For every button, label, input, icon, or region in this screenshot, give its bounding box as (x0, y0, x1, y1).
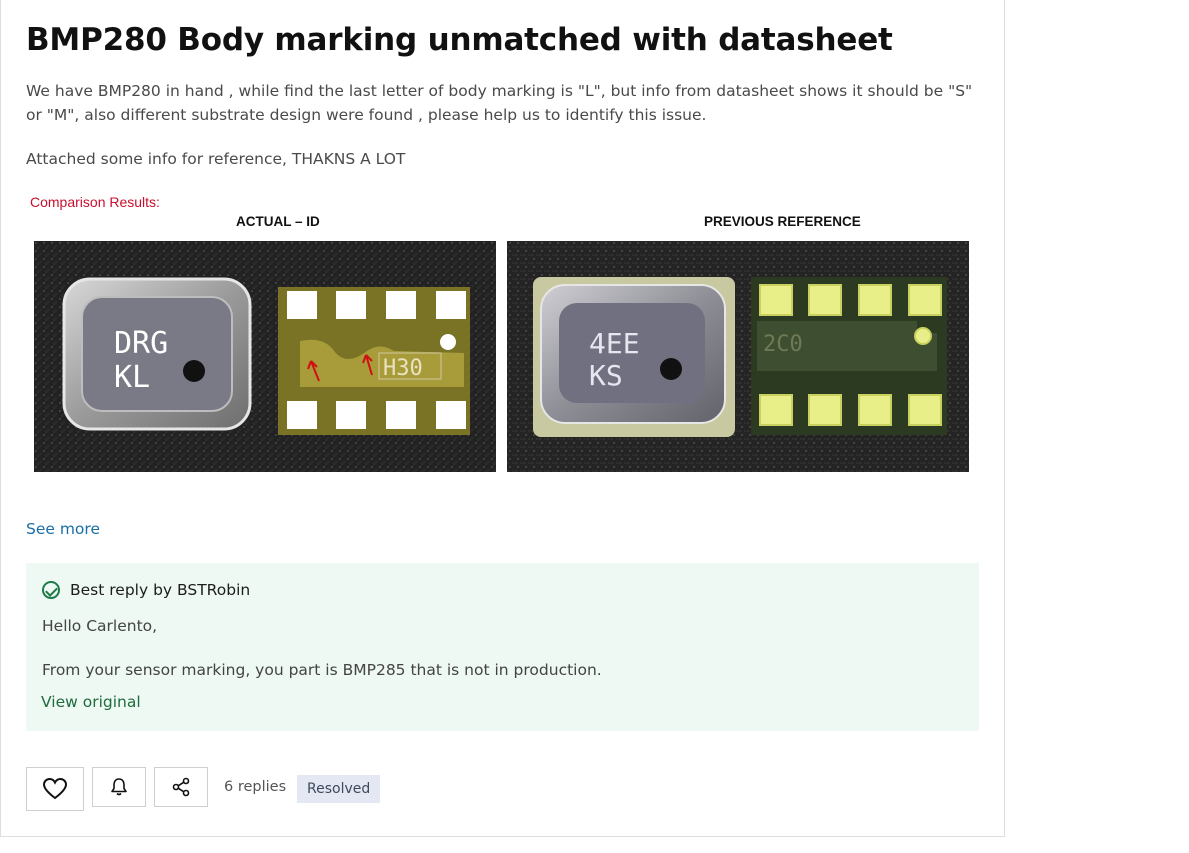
best-reply-text: Hello Carlento, (42, 617, 158, 635)
see-more-link[interactable]: See more (26, 520, 100, 538)
chip-marking-line: DRG (114, 326, 168, 361)
substrate-marking: H30 (383, 356, 423, 381)
chip-marking-line: 4EE (589, 327, 640, 360)
reply-count: 6 replies (224, 779, 287, 795)
figure-label-actual: ACTUAL – ID (236, 214, 320, 229)
chip-marking-line: KL (114, 360, 150, 395)
substrate-marking: 2C0 (763, 332, 803, 357)
share-icon (172, 777, 190, 797)
figure-caption: Comparison Results: (30, 194, 160, 210)
heart-icon (42, 777, 68, 800)
view-original-link[interactable]: View original (41, 693, 141, 711)
subscribe-button[interactable] (92, 767, 146, 807)
bell-icon (111, 778, 127, 796)
post-body-paragraph: We have BMP280 in hand , while find the … (26, 82, 973, 124)
like-button[interactable] (26, 767, 84, 811)
comparison-image[interactable]: Comparison Results: ACTUAL – ID PREVIOUS… (26, 190, 976, 480)
chip-photo-reference: 4EE KS 2C0 (507, 241, 969, 472)
post-body-paragraph: Attached some info for reference, THAKNS… (26, 150, 406, 168)
best-reply-heading[interactable]: Best reply by BSTRobin (70, 581, 250, 599)
best-reply-box: Best reply by BSTRobin Hello Carlento, F… (26, 563, 979, 731)
best-reply-header: Best reply by BSTRobin (42, 581, 250, 599)
page: BMP280 Body marking unmatched with datas… (0, 0, 1189, 853)
check-circle-icon (42, 581, 60, 599)
share-button[interactable] (154, 767, 208, 807)
chip-marking-line: KS (589, 359, 623, 392)
status-badge: Resolved (297, 775, 381, 803)
chip-photo-actual: DRG KL H30 (34, 241, 496, 472)
figure-label-reference: PREVIOUS REFERENCE (704, 214, 861, 229)
post-title: BMP280 Body marking unmatched with datas… (26, 22, 893, 58)
best-reply-text: From your sensor marking, you part is BM… (42, 661, 602, 679)
